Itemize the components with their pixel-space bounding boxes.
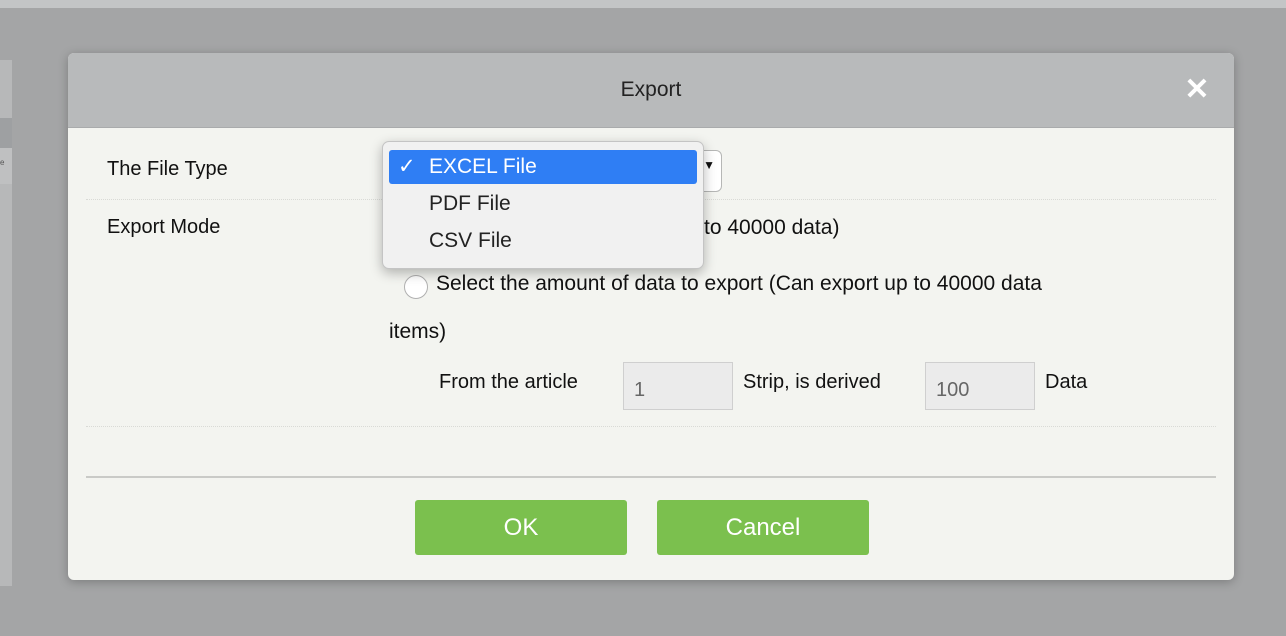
- count-input[interactable]: [925, 362, 1035, 410]
- option-label: CSV File: [429, 229, 512, 252]
- dialog-header: Export ✕: [68, 53, 1234, 128]
- file-type-dropdown-list: ✓ EXCEL File PDF File CSV File: [382, 141, 704, 269]
- data-label: Data: [1045, 371, 1088, 393]
- file-type-label: The File Type: [107, 158, 228, 180]
- option-label: PDF File: [429, 192, 511, 215]
- strip-derived-label: Strip, is derived: [743, 371, 881, 393]
- background-top-bar: [0, 0, 1286, 8]
- export-mode-label: Export Mode: [107, 216, 221, 238]
- from-article-label: From the article: [439, 371, 578, 393]
- select-amount-text: Select the amount of data to export (Can…: [436, 272, 1042, 295]
- close-icon[interactable]: ✕: [1180, 73, 1214, 107]
- export-dialog: Export ✕ The File Type ▲▼ Export Mode to…: [68, 53, 1234, 580]
- footer-divider: [86, 476, 1216, 478]
- checkmark-icon: ✓: [398, 155, 416, 178]
- from-article-input[interactable]: [623, 362, 733, 410]
- background-left-panel: e: [0, 60, 12, 586]
- dropdown-option-csv[interactable]: CSV File: [389, 224, 697, 258]
- dropdown-option-pdf[interactable]: PDF File: [389, 187, 697, 221]
- select-amount-text-continued: items): [389, 320, 447, 343]
- background-panel-segment: [0, 118, 12, 148]
- cancel-button[interactable]: Cancel: [657, 500, 869, 555]
- row-divider: [86, 426, 1216, 427]
- export-all-text: to 40000 data): [704, 216, 840, 239]
- option-label: EXCEL File: [429, 155, 537, 178]
- dropdown-option-excel[interactable]: ✓ EXCEL File: [389, 150, 697, 184]
- select-amount-radio[interactable]: [404, 275, 428, 299]
- dialog-title: Export: [620, 78, 682, 101]
- ok-button[interactable]: OK: [415, 500, 627, 555]
- background-panel-text: e: [0, 158, 5, 167]
